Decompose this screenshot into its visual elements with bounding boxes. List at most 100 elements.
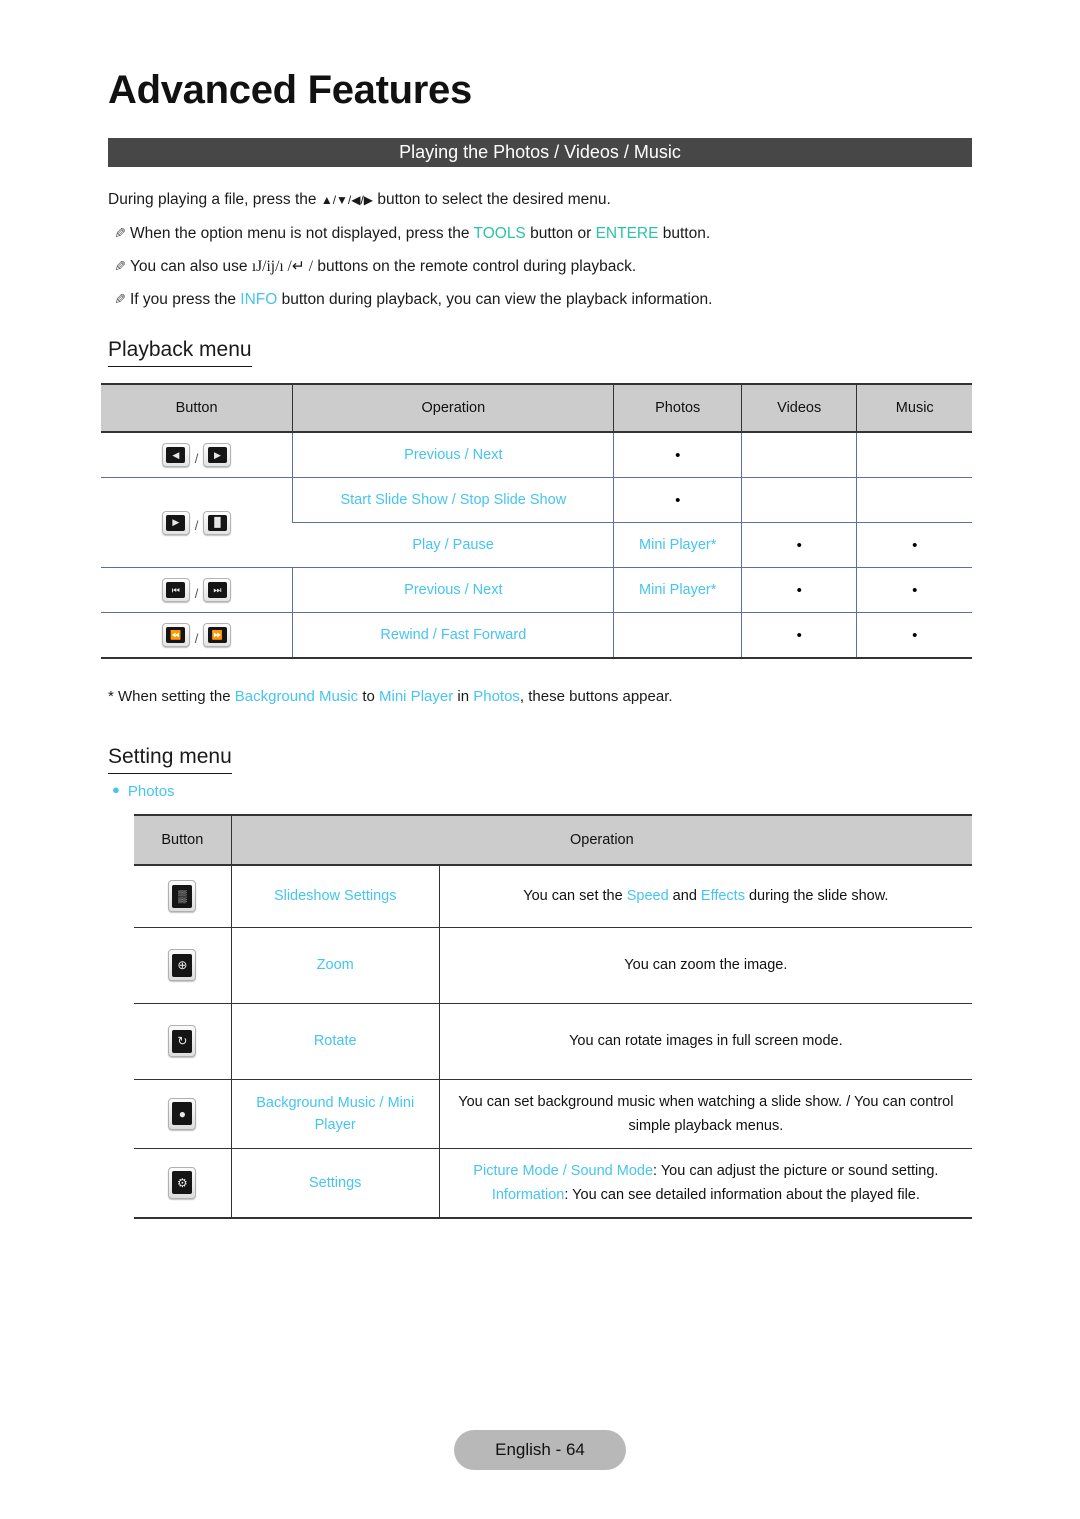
pencil-icon: ✎ [114, 258, 126, 274]
note-3-b: button during playback, you can view the… [277, 291, 713, 308]
note-1-c: button. [658, 225, 711, 242]
zoom-icon: ⊕ [168, 949, 197, 981]
playback-menu-heading: Playback menu [108, 338, 252, 367]
table-row: ⏮ / ⏭ Previous / Next Mini Player* • • [101, 567, 972, 613]
column-header-button: Button [134, 814, 232, 866]
info-keyword: INFO [240, 291, 278, 308]
note-2-a: You can also use [130, 258, 252, 275]
button-cell: ◀ / ▶ [101, 432, 293, 478]
table-row: ▶ / ▐▌ Start Slide Show / Stop Slide Sho… [101, 477, 972, 568]
photos-cell: Mini Player* [613, 567, 742, 613]
manual-page: Advanced Features Playing the Photos / V… [0, 0, 1080, 1519]
table-header-row: Button Operation [134, 814, 972, 866]
note-line-3: ✎ If you press the INFO button during pla… [108, 284, 988, 315]
music-cell: • [856, 612, 972, 659]
column-header-photos: Photos [613, 383, 742, 433]
music-cell: • [856, 567, 972, 613]
information-keyword: Information [491, 1186, 565, 1203]
pause-icon: ▐▌ [203, 510, 232, 535]
operation-description-cell: You can set background music when watchi… [438, 1079, 972, 1149]
photos-cell: Mini Player* [613, 522, 742, 568]
button-cell: ⊕ [134, 927, 232, 1004]
button-cell: ⏪ / ⏩ [101, 612, 293, 659]
remote-button-glyphs-icon: ıJ/ij/ı /↵ / [251, 258, 314, 275]
footnote-d: , these buttons appear. [519, 688, 673, 705]
pencil-icon: ✎ [114, 225, 126, 241]
footnote-b: to [358, 688, 380, 705]
table-row: ▒ Slideshow Settings You can set the Spe… [134, 865, 972, 928]
remote-button-pair: ◀ / ▶ [101, 443, 292, 467]
button-cell: ↻ [134, 1003, 232, 1080]
remote-button-pair: ▶ / ▐▌ [101, 510, 292, 535]
setting-menu-table: Button Operation ▒ Slideshow Settings Yo… [134, 814, 972, 1219]
bullet-dot-icon: ● [112, 782, 120, 797]
enter-keyword: ENTERE [595, 225, 659, 242]
desc-line-2-rest: : You can see detailed information about… [564, 1186, 920, 1203]
tools-keyword: TOOLS [473, 225, 526, 242]
note-3-a: If you press the [130, 291, 241, 308]
photos-cell: • [613, 477, 742, 523]
music-cell [856, 432, 972, 478]
setting-menu-heading: Setting menu [108, 745, 232, 774]
desc-effects-keyword: Effects [700, 888, 745, 905]
slideshow-settings-icon: ▒ [168, 880, 197, 913]
button-cell: ● [134, 1079, 232, 1149]
page-title: Advanced Features [108, 68, 472, 112]
separator-slash: / [194, 585, 199, 601]
background-music-icon: ● [168, 1097, 197, 1130]
button-cell: ⚙ [134, 1148, 232, 1219]
operation-cell: Rewind / Fast Forward [292, 612, 614, 659]
music-cell [856, 477, 972, 523]
note-1-a: When the option menu is not displayed, p… [130, 225, 474, 242]
music-cell: • [856, 522, 972, 568]
videos-cell [740, 432, 857, 478]
remote-button-pair: ⏪ / ⏩ [101, 623, 292, 647]
page-footer-label: English - 64 [495, 1440, 585, 1459]
desc-b: and [668, 888, 701, 905]
section-header-bar: Playing the Photos / Videos / Music [108, 138, 972, 167]
button-cell: ▒ [134, 865, 232, 928]
page-footer-badge: English - 64 [454, 1430, 626, 1470]
operation-description-cell: Picture Mode / Sound Mode: You can adjus… [438, 1148, 972, 1219]
footnote-mini-player: Mini Player [379, 688, 454, 705]
table-header-row: Button Operation Photos Videos Music [101, 383, 972, 433]
note-2-b: buttons on the remote control during pla… [313, 258, 637, 275]
skip-next-icon: ⏭ [203, 578, 232, 602]
section-header-title: Playing the Photos / Videos / Music [399, 142, 681, 162]
intro-line-1-b: button to select the desired menu. [373, 191, 611, 208]
table-row: ◀ / ▶ Previous / Next • [101, 432, 972, 478]
videos-cell: • [740, 567, 857, 613]
footnote-background-music: Background Music [234, 688, 359, 705]
table-row: ↻ Rotate You can rotate images in full s… [134, 1003, 972, 1080]
footnote-photos: Photos [473, 688, 520, 705]
photos-cell: • [613, 432, 742, 478]
operation-cell: Previous / Next [292, 432, 614, 478]
operation-description-cell: You can rotate images in full screen mod… [438, 1003, 972, 1080]
desc-line-1-rest: : You can adjust the picture or sound se… [653, 1162, 939, 1179]
fast-forward-icon: ⏩ [203, 623, 232, 647]
pencil-icon: ✎ [114, 291, 126, 307]
skip-previous-icon: ⏮ [161, 578, 190, 602]
bullet-label: Photos [127, 783, 175, 800]
note-line-1: ✎ When the option menu is not displayed, … [108, 218, 988, 249]
intro-line-1: During playing a file, press the ▲/▼/◀/▶… [108, 184, 988, 216]
table-row: ⚙ Settings Picture Mode / Sound Mode: Yo… [134, 1148, 972, 1219]
desc-line-1: Picture Mode / Sound Mode: You can adjus… [446, 1159, 966, 1183]
settings-gear-icon: ⚙ [168, 1166, 197, 1199]
rewind-icon: ⏪ [161, 623, 190, 647]
note-line-2: ✎ You can also use ıJ/ij/ı /↵ / buttons o… [108, 251, 988, 282]
operation-cell: Start Slide Show / Stop Slide Show [292, 477, 614, 523]
desc-line-2: Information: You can see detailed inform… [446, 1183, 966, 1207]
picture-sound-mode-keyword: Picture Mode / Sound Mode [473, 1162, 654, 1179]
remote-button-pair: ⏮ / ⏭ [101, 578, 292, 602]
column-header-operation: Operation [292, 383, 614, 433]
operation-description-cell: You can zoom the image. [438, 927, 972, 1004]
separator-slash: / [194, 630, 199, 646]
setting-menu-bullet-photos: ● Photos [112, 782, 175, 800]
desc-speed-keyword: Speed [626, 888, 669, 905]
operation-name-cell: Rotate [230, 1003, 440, 1080]
direction-arrows-icon: ▲/▼/◀/▶ [320, 193, 374, 207]
footnote-a: * When setting the [108, 688, 235, 705]
column-header-operation: Operation [230, 814, 972, 866]
intro-text-block: During playing a file, press the ▲/▼/◀/▶… [108, 184, 988, 317]
